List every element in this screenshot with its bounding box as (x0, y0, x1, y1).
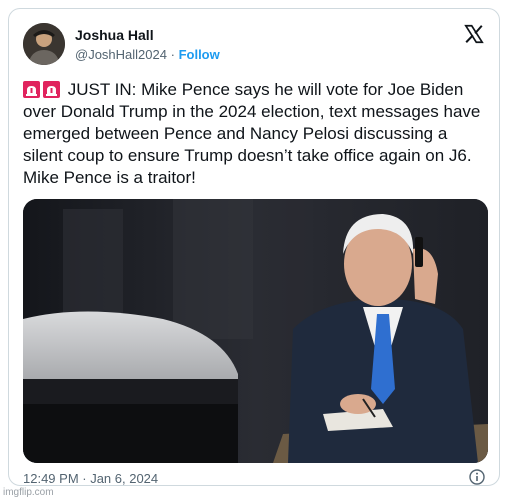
x-logo-icon[interactable] (463, 23, 485, 45)
follow-button[interactable]: Follow (179, 47, 220, 62)
tweet-body: JUST IN: Mike Pence says he will vote fo… (23, 80, 481, 187)
author-handle[interactable]: @JoshHall2024 (75, 47, 167, 62)
handle-separator: · (170, 47, 175, 62)
rotating-light-icon (43, 81, 60, 98)
avatar[interactable] (23, 23, 65, 65)
author-name[interactable]: Joshua Hall (75, 27, 154, 43)
info-icon[interactable] (469, 469, 485, 485)
tweet-timestamp[interactable]: 12:49 PM · Jan 6, 2024 (23, 471, 158, 486)
watermark: imgflip.com (3, 487, 54, 498)
tweet-card: Joshua Hall @JoshHall2024 · Follow JUST … (8, 8, 500, 486)
tweet-photo[interactable] (23, 199, 488, 463)
tweet-text: JUST IN: Mike Pence says he will vote fo… (23, 79, 489, 189)
rotating-light-icon (23, 81, 40, 98)
handle-row: @JoshHall2024 · Follow (75, 47, 220, 62)
